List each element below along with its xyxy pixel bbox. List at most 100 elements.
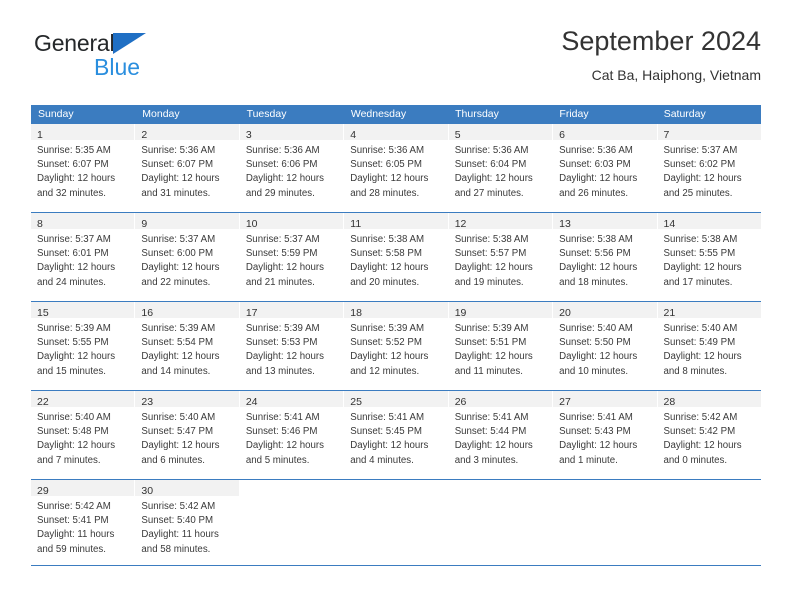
calendar-day-cell[interactable]: 4 Sunrise: 5:36 AM Sunset: 6:05 PM Dayli… <box>344 124 449 212</box>
day-number: 17 <box>245 307 258 319</box>
day-number: 10 <box>245 218 258 230</box>
daylight-text-line1: Daylight: 12 hours <box>454 173 533 185</box>
calendar-day-cell[interactable]: 19 Sunrise: 5:39 AM Sunset: 5:51 PM Dayl… <box>448 302 554 390</box>
daylight-text-line1: Daylight: 12 hours <box>141 262 220 274</box>
calendar-day-cell[interactable]: 3 Sunrise: 5:36 AM Sunset: 6:06 PM Dayli… <box>239 124 345 212</box>
day-number-strip: 15 <box>31 302 135 319</box>
daylight-text-line2: and 29 minutes. <box>245 187 315 199</box>
sunset-text: Sunset: 6:05 PM <box>350 159 422 171</box>
day-details: Sunrise: 5:39 AM Sunset: 5:53 PM Dayligh… <box>240 318 343 379</box>
calendar-grid: Sunday Monday Tuesday Wednesday Thursday… <box>31 105 761 566</box>
daylight-text-line2: and 1 minute. <box>559 454 618 466</box>
day-details: Sunrise: 5:40 AM Sunset: 5:50 PM Dayligh… <box>553 318 656 379</box>
calendar-day-cell[interactable]: 29 Sunrise: 5:42 AM Sunset: 5:41 PM Dayl… <box>31 480 136 565</box>
calendar-day-cell[interactable]: 23 Sunrise: 5:40 AM Sunset: 5:47 PM Dayl… <box>135 391 240 479</box>
day-details: Sunrise: 5:42 AM Sunset: 5:41 PM Dayligh… <box>31 496 134 557</box>
sunrise-text: Sunrise: 5:41 AM <box>454 412 529 423</box>
calendar-week-row: 1 Sunrise: 5:35 AM Sunset: 6:07 PM Dayli… <box>31 124 761 213</box>
calendar-day-cell[interactable]: 10 Sunrise: 5:37 AM Sunset: 5:59 PM Dayl… <box>239 213 345 301</box>
day-number-strip: 24 <box>239 391 344 408</box>
sunrise-text: Sunrise: 5:39 AM <box>245 323 320 334</box>
sunset-text: Sunset: 5:46 PM <box>245 426 318 438</box>
calendar-day-cell[interactable]: 13 Sunrise: 5:38 AM Sunset: 5:56 PM Dayl… <box>553 213 658 301</box>
calendar-day-cell[interactable]: 20 Sunrise: 5:40 AM Sunset: 5:50 PM Dayl… <box>553 302 658 390</box>
day-details: Sunrise: 5:36 AM Sunset: 6:07 PM Dayligh… <box>135 140 238 201</box>
location-subtitle: Cat Ba, Haiphong, Vietnam <box>591 67 761 83</box>
calendar-page: General Blue September 2024 Cat Ba, Haip… <box>0 0 792 612</box>
daylight-text-line2: and 58 minutes. <box>141 543 211 555</box>
calendar-day-cell[interactable]: 15 Sunrise: 5:39 AM Sunset: 5:55 PM Dayl… <box>31 302 136 390</box>
calendar-day-cell[interactable]: 30 Sunrise: 5:42 AM Sunset: 5:40 PM Dayl… <box>135 480 240 565</box>
sunrise-text: Sunrise: 5:40 AM <box>559 323 633 334</box>
sunrise-text: Sunrise: 5:36 AM <box>559 145 633 156</box>
calendar-week-row: 29 Sunrise: 5:42 AM Sunset: 5:41 PM Dayl… <box>31 480 761 566</box>
daylight-text-line1: Daylight: 12 hours <box>663 173 742 185</box>
sunset-text: Sunset: 5:41 PM <box>37 515 109 527</box>
sunrise-text: Sunrise: 5:38 AM <box>663 234 738 245</box>
day-number: 8 <box>37 218 43 230</box>
day-number-strip: 20 <box>553 302 657 319</box>
day-number: 2 <box>141 129 148 141</box>
weekday-header-friday: Friday <box>559 108 589 120</box>
day-number: 15 <box>37 307 49 319</box>
day-details: Sunrise: 5:41 AM Sunset: 5:43 PM Dayligh… <box>553 407 656 468</box>
calendar-day-cell[interactable]: 1 Sunrise: 5:35 AM Sunset: 6:07 PM Dayli… <box>31 124 136 212</box>
daylight-text-line1: Daylight: 12 hours <box>454 262 533 274</box>
sunrise-text: Sunrise: 5:40 AM <box>141 412 216 423</box>
sunset-text: Sunset: 5:55 PM <box>37 337 109 349</box>
day-details: Sunrise: 5:37 AM Sunset: 6:02 PM Dayligh… <box>658 140 761 201</box>
day-details: Sunrise: 5:41 AM Sunset: 5:44 PM Dayligh… <box>449 407 552 468</box>
day-number: 18 <box>350 307 362 319</box>
day-number: 12 <box>454 218 467 230</box>
calendar-day-cell[interactable]: 8 Sunrise: 5:37 AM Sunset: 6:01 PM Dayli… <box>31 213 136 301</box>
page-title: September 2024 <box>561 26 761 56</box>
sunrise-text: Sunrise: 5:40 AM <box>663 323 738 334</box>
sunrise-text: Sunrise: 5:42 AM <box>663 412 738 423</box>
sunset-text: Sunset: 5:57 PM <box>454 248 527 260</box>
calendar-day-cell[interactable]: 14 Sunrise: 5:38 AM Sunset: 5:55 PM Dayl… <box>657 213 761 301</box>
calendar-day-cell[interactable]: 26 Sunrise: 5:41 AM Sunset: 5:44 PM Dayl… <box>448 391 554 479</box>
daylight-text-line2: and 26 minutes. <box>559 187 629 199</box>
calendar-day-cell[interactable]: 11 Sunrise: 5:38 AM Sunset: 5:58 PM Dayl… <box>344 213 449 301</box>
day-number-strip: 9 <box>135 213 239 230</box>
calendar-day-cell[interactable]: 18 Sunrise: 5:39 AM Sunset: 5:52 PM Dayl… <box>344 302 449 390</box>
daylight-text-line1: Daylight: 12 hours <box>663 351 742 363</box>
calendar-day-cell[interactable]: 24 Sunrise: 5:41 AM Sunset: 5:46 PM Dayl… <box>239 391 345 479</box>
daylight-text-line2: and 21 minutes. <box>245 276 315 288</box>
weekday-header-thursday: Thursday <box>455 108 499 120</box>
calendar-day-cell[interactable]: 27 Sunrise: 5:41 AM Sunset: 5:43 PM Dayl… <box>553 391 658 479</box>
day-number-strip: 28 <box>657 391 761 408</box>
calendar-day-cell[interactable]: 17 Sunrise: 5:39 AM Sunset: 5:53 PM Dayl… <box>239 302 345 390</box>
calendar-day-cell[interactable]: 16 Sunrise: 5:39 AM Sunset: 5:54 PM Dayl… <box>135 302 240 390</box>
day-details: Sunrise: 5:36 AM Sunset: 6:04 PM Dayligh… <box>449 140 552 201</box>
general-blue-logo[interactable]: General Blue <box>34 30 214 86</box>
day-number-strip: 17 <box>239 302 344 319</box>
page-header: General Blue September 2024 Cat Ba, Haip… <box>31 24 761 98</box>
calendar-day-cell[interactable]: 25 Sunrise: 5:41 AM Sunset: 5:45 PM Dayl… <box>344 391 449 479</box>
weekday-header-saturday: Saturday <box>663 108 706 120</box>
daylight-text-line1: Daylight: 11 hours <box>141 529 219 541</box>
calendar-day-cell[interactable]: 21 Sunrise: 5:40 AM Sunset: 5:49 PM Dayl… <box>657 302 761 390</box>
calendar-day-cell[interactable]: 28 Sunrise: 5:42 AM Sunset: 5:42 PM Dayl… <box>657 391 761 479</box>
calendar-day-cell[interactable]: 22 Sunrise: 5:40 AM Sunset: 5:48 PM Dayl… <box>31 391 136 479</box>
day-number: 13 <box>559 218 571 230</box>
daylight-text-line2: and 15 minutes. <box>37 365 106 377</box>
calendar-day-cell[interactable]: 6 Sunrise: 5:36 AM Sunset: 6:03 PM Dayli… <box>553 124 658 212</box>
day-number: 22 <box>37 396 49 408</box>
day-number: 16 <box>141 307 154 319</box>
day-number: 21 <box>663 307 676 319</box>
daylight-text-line1: Daylight: 12 hours <box>663 440 742 452</box>
sunrise-text: Sunrise: 5:36 AM <box>245 145 320 156</box>
calendar-day-cell[interactable]: 9 Sunrise: 5:37 AM Sunset: 6:00 PM Dayli… <box>135 213 240 301</box>
sunset-text: Sunset: 5:55 PM <box>663 248 736 260</box>
day-details: Sunrise: 5:40 AM Sunset: 5:47 PM Dayligh… <box>135 407 238 468</box>
day-number: 14 <box>663 218 676 230</box>
calendar-day-cell[interactable]: 7 Sunrise: 5:37 AM Sunset: 6:02 PM Dayli… <box>657 124 761 212</box>
day-number-strip: 13 <box>553 213 657 230</box>
day-details: Sunrise: 5:36 AM Sunset: 6:06 PM Dayligh… <box>240 140 343 201</box>
day-number-strip: 21 <box>657 302 761 319</box>
calendar-day-cell[interactable]: 2 Sunrise: 5:36 AM Sunset: 6:07 PM Dayli… <box>135 124 240 212</box>
day-number: 11 <box>350 218 362 230</box>
calendar-day-cell[interactable]: 5 Sunrise: 5:36 AM Sunset: 6:04 PM Dayli… <box>448 124 554 212</box>
calendar-day-cell[interactable]: 12 Sunrise: 5:38 AM Sunset: 5:57 PM Dayl… <box>448 213 554 301</box>
